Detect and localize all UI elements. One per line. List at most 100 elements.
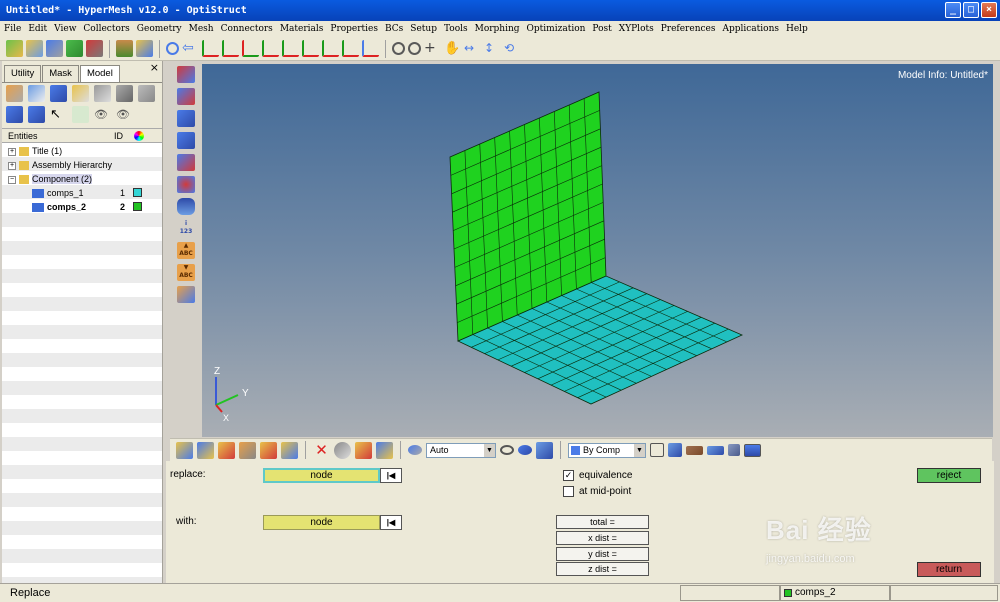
menu-preferences[interactable]: Preferences (657, 21, 719, 37)
view-bottom-icon[interactable] (262, 40, 279, 57)
expand-icon[interactable]: + (8, 147, 16, 156)
shell-icon[interactable] (686, 445, 703, 455)
sets-icon[interactable] (218, 441, 235, 459)
reject-button[interactable]: reject (917, 468, 981, 483)
tree-node-comps-1[interactable]: comps_1 1 (32, 186, 160, 200)
components-icon[interactable] (176, 441, 193, 459)
tab-mask[interactable]: Mask (42, 65, 79, 82)
close-browser-icon[interactable]: × (150, 61, 159, 74)
midpoint-checkbox[interactable] (563, 486, 574, 497)
chevron-down-icon[interactable]: ▼ (634, 443, 645, 457)
component-color-swatch[interactable] (133, 188, 142, 197)
menu-optimization[interactable]: Optimization (523, 21, 589, 37)
collapse-icon[interactable]: − (8, 175, 16, 184)
x-distance-button[interactable]: x dist = (556, 531, 649, 545)
menu-connectors[interactable]: Connectors (217, 21, 276, 37)
tab-model[interactable]: Model (79, 65, 120, 82)
cursor-icon[interactable]: ↖ (50, 106, 67, 123)
shaded-edges-icon[interactable] (518, 445, 532, 455)
free-edges-icon[interactable] (177, 154, 195, 171)
tree-node-comps-2[interactable]: comps_2 2 (32, 200, 160, 214)
auto-select[interactable]: Auto ▼ (426, 442, 496, 458)
menu-mesh[interactable]: Mesh (185, 21, 217, 37)
stack-icon[interactable] (94, 85, 111, 102)
view-right-icon[interactable] (302, 40, 319, 57)
close-button[interactable]: × (981, 2, 997, 18)
shell-thickness-icon[interactable] (707, 445, 724, 455)
open-model-icon[interactable] (6, 40, 23, 57)
tree-node-component[interactable]: − Component (2) (8, 172, 93, 186)
menu-file[interactable]: File (0, 21, 24, 37)
component-view-icon[interactable] (28, 85, 45, 102)
label-abc-icon[interactable]: ▲ ABC (177, 242, 195, 259)
tab-utility[interactable]: Utility (4, 65, 42, 82)
minimize-button[interactable]: _ (945, 2, 961, 18)
folder-icon[interactable] (136, 40, 153, 57)
menu-bcs[interactable]: BCs (381, 21, 406, 37)
pan-hand-icon[interactable]: ✋ (444, 40, 461, 57)
list-icon[interactable] (138, 85, 155, 102)
wireframe-cube-icon[interactable] (650, 443, 664, 457)
graphics-viewport[interactable]: Model Info: Untitled* ZYX (202, 64, 993, 437)
show-all-eye-icon[interactable]: 👁 (94, 106, 111, 123)
menu-collectors[interactable]: Collectors (79, 21, 132, 37)
binoculars-icon[interactable] (177, 198, 195, 215)
save-icon[interactable] (46, 40, 63, 57)
zoom-in-icon[interactable] (392, 42, 405, 55)
loadcols-icon[interactable] (239, 441, 256, 459)
tree-node-assembly[interactable]: + Assembly Hierarchy (8, 158, 112, 172)
zoom-out-icon[interactable] (408, 42, 421, 55)
chevron-down-icon[interactable]: ▼ (484, 443, 495, 457)
shaded-mesh-icon[interactable] (177, 132, 195, 149)
assemblies-icon[interactable] (197, 441, 214, 459)
y-distance-button[interactable]: y dist = (556, 547, 649, 561)
menu-geometry[interactable]: Geometry (133, 21, 185, 37)
translate-icon[interactable]: ↔ (464, 40, 481, 57)
mesh-edit-icon[interactable] (177, 66, 195, 83)
loadsteps-icon[interactable] (260, 441, 277, 459)
rotate-icon[interactable]: ⟲ (504, 40, 521, 57)
menu-tools[interactable]: Tools (440, 21, 471, 37)
user-profile-icon[interactable] (116, 40, 133, 57)
wireframe-icon[interactable] (500, 445, 514, 455)
include-view-icon[interactable] (72, 85, 89, 102)
delete-icon[interactable]: ✕ (313, 441, 330, 459)
monitor-icon[interactable] (744, 443, 761, 457)
normals-icon[interactable] (177, 176, 195, 193)
color-mode-select[interactable]: By Comp ▼ (568, 442, 646, 458)
total-distance-button[interactable]: total = (556, 515, 649, 529)
run-solver-icon[interactable] (86, 40, 103, 57)
previous-view-icon[interactable]: ⇦ (182, 40, 199, 57)
center-icon[interactable]: + (424, 40, 441, 57)
rotate-axes-icon[interactable] (362, 40, 379, 57)
z-distance-button[interactable]: z dist = (556, 562, 649, 576)
menu-help[interactable]: Help (782, 21, 811, 37)
menu-setup[interactable]: Setup (406, 21, 440, 37)
menu-morphing[interactable]: Morphing (471, 21, 523, 37)
clip-plane-icon[interactable] (177, 286, 195, 303)
organize-icon[interactable] (355, 441, 372, 459)
display-icon[interactable] (6, 106, 23, 123)
component-color-swatch[interactable] (133, 202, 142, 211)
view-front-icon[interactable] (322, 40, 339, 57)
current-component-indicator[interactable]: comps_2 (780, 585, 890, 601)
replace-reset-button[interactable]: |◀ (380, 468, 402, 483)
zoom-window-icon[interactable] (166, 42, 179, 55)
outputs-icon[interactable] (281, 441, 298, 459)
mesh-display-icon[interactable] (177, 110, 195, 127)
element-check-icon[interactable] (177, 88, 195, 105)
show-one-eye-icon[interactable]: 👁 (116, 106, 133, 123)
vertical-translate-icon[interactable]: ↕ (484, 40, 501, 57)
menu-post[interactable]: Post (588, 21, 614, 37)
view-top-icon[interactable] (242, 40, 259, 57)
menu-edit[interactable]: Edit (24, 21, 50, 37)
menu-xyplots[interactable]: XYPlots (615, 21, 657, 37)
menu-properties[interactable]: Properties (326, 21, 381, 37)
import-icon[interactable] (26, 40, 43, 57)
maximize-button[interactable]: □ (963, 2, 979, 18)
menu-view[interactable]: View (50, 21, 79, 37)
part-view-icon[interactable] (50, 85, 67, 102)
element-explode-icon[interactable] (728, 444, 740, 456)
component-icon[interactable] (28, 106, 45, 123)
export-icon[interactable] (66, 40, 83, 57)
